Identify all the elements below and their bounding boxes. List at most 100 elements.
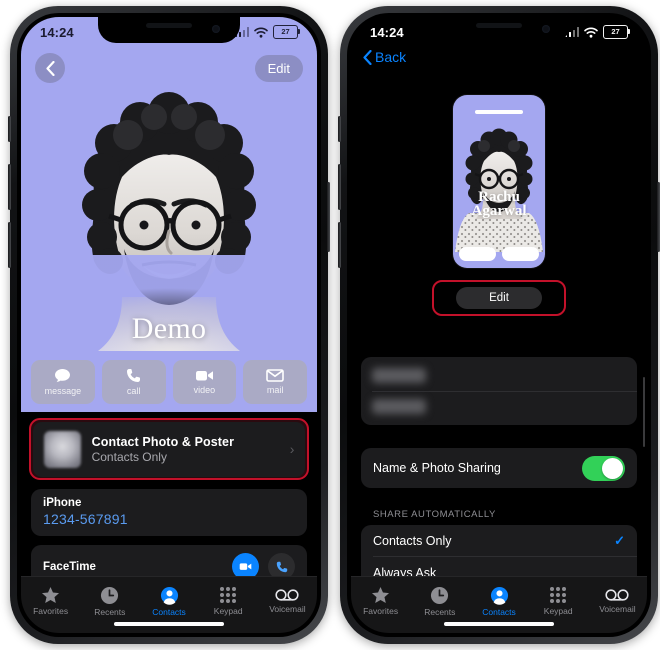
action-mail[interactable]: mail (243, 360, 307, 404)
wifi-icon (254, 27, 268, 38)
contact-poster-preview[interactable]: Rachu Agarwal (453, 95, 545, 268)
scroll-indicator[interactable] (643, 377, 645, 447)
row-divider (372, 391, 637, 392)
notch (98, 17, 240, 43)
checkmark-icon: ✓ (614, 532, 625, 548)
phone-number-card[interactable]: iPhone 1234-567891 (31, 489, 307, 537)
edit-button-highlight: Edit (432, 280, 566, 316)
phone-icon (276, 561, 287, 572)
row-title: Contact Photo & Poster (91, 434, 235, 449)
poster-preview-area: Rachu Agarwal Edit (351, 95, 647, 316)
volume-up-button[interactable] (338, 164, 341, 210)
tab-label: Contacts (482, 606, 516, 617)
action-video[interactable]: video (172, 360, 237, 404)
phone-icon (127, 369, 141, 382)
mute-switch[interactable] (8, 116, 11, 142)
iphone-device-left: Edit Demo message call video mail Contac… (8, 6, 330, 644)
action-call[interactable]: call (101, 360, 166, 404)
tab-favorites[interactable]: Favorites (21, 580, 80, 622)
status-time: 14:24 (40, 24, 74, 40)
tab-voicemail[interactable]: Voicemail (588, 580, 647, 622)
person-circle-icon (490, 586, 508, 605)
tab-favorites[interactable]: Favorites (351, 580, 410, 622)
action-message[interactable]: message (31, 360, 95, 404)
battery-level: 27 (611, 27, 620, 37)
volume-down-button[interactable] (8, 222, 11, 268)
volume-up-button[interactable] (8, 164, 11, 210)
edit-button[interactable]: Edit (254, 54, 303, 82)
tab-label: Favorites (363, 606, 399, 616)
battery-icon: 27 (273, 25, 300, 39)
front-camera-icon (542, 25, 550, 33)
screenshot-canvas: Edit Demo message call video mail Contac… (0, 0, 660, 650)
volume-down-button[interactable] (338, 222, 341, 268)
option-contacts-only[interactable]: Contacts Only ✓ (361, 525, 637, 556)
tab-recents[interactable]: Recents (80, 580, 139, 622)
poster-bottom-buttons (459, 247, 539, 261)
tab-label: Favorites (33, 606, 69, 616)
tab-label: Keypad (213, 606, 243, 616)
action-label: message (44, 386, 82, 396)
tab-label: Recents (94, 606, 126, 617)
name-photo-sharing-row[interactable]: Name & Photo Sharing (361, 448, 637, 488)
section-header: SHARE AUTOMATICALLY (373, 509, 496, 520)
action-label: mail (266, 385, 284, 395)
phone-label: iPhone (43, 497, 82, 510)
row-subtitle: Contacts Only (91, 449, 167, 464)
tab-recents[interactable]: Recents (410, 580, 469, 622)
redacted-row-1 (372, 368, 426, 383)
earpiece-speaker (476, 23, 522, 28)
poster-time-placeholder (475, 110, 523, 114)
keypad-grid-icon (550, 587, 567, 603)
wifi-icon (584, 27, 598, 38)
contact-photo-poster-row[interactable]: Contact Photo & Poster Contacts Only › (32, 421, 306, 477)
quick-actions: message call video mail (21, 360, 317, 404)
battery-level: 27 (281, 27, 290, 37)
tab-bar: Favorites Recents Contacts Keypad Voicem… (21, 576, 317, 633)
edit-poster-button[interactable]: Edit (456, 287, 542, 309)
contact-name: Demo (131, 312, 207, 345)
tab-keypad[interactable]: Keypad (529, 580, 588, 622)
screen-contact-photo-poster: Back Rachu Agarwal Edit Name & Photo Sha… (351, 17, 647, 633)
tab-label: Voicemail (599, 604, 636, 614)
phone-value[interactable]: 1234-567891 (43, 511, 295, 527)
chevron-left-icon (45, 60, 55, 76)
poster-name-line2: Agarwal (471, 203, 527, 220)
toggle-label: Name & Photo Sharing (373, 461, 501, 475)
voicemail-icon (275, 589, 299, 601)
front-camera-icon (212, 25, 220, 33)
back-label: Back (375, 49, 407, 65)
voicemail-icon (605, 589, 629, 601)
power-button[interactable] (327, 182, 330, 252)
nav-row: Edit (21, 51, 317, 85)
redacted-row-2 (372, 399, 426, 414)
tab-label: Keypad (543, 606, 573, 616)
tab-label: Recents (424, 606, 456, 617)
chevron-left-icon (363, 49, 372, 65)
message-bubble-icon (55, 369, 71, 383)
tab-contacts[interactable]: Contacts (139, 580, 198, 622)
mute-switch[interactable] (338, 116, 341, 142)
video-camera-icon (239, 563, 252, 571)
back-button[interactable]: Back (363, 49, 406, 65)
keypad-grid-icon (220, 587, 237, 603)
star-icon (372, 586, 390, 604)
redacted-info-card[interactable] (361, 357, 637, 425)
home-indicator[interactable] (444, 622, 554, 626)
home-indicator[interactable] (114, 622, 224, 626)
tab-contacts[interactable]: Contacts (469, 580, 528, 622)
star-icon (42, 586, 60, 604)
tab-bar: Favorites Recents Contacts Keypad Voicem… (351, 576, 647, 633)
back-button[interactable] (35, 53, 65, 83)
name-photo-sharing-toggle[interactable] (582, 455, 625, 481)
tab-voicemail[interactable]: Voicemail (258, 580, 317, 622)
clock-icon (431, 586, 449, 604)
screen-contact-detail: Edit Demo message call video mail Contac… (21, 17, 317, 633)
video-camera-icon (195, 371, 213, 381)
poster-name: Rachu Agarwal (453, 189, 545, 220)
facetime-label: FaceTime (43, 560, 96, 573)
action-label: call (126, 386, 141, 396)
contact-hero: Edit Demo message call video mail (21, 17, 317, 412)
status-time: 14:24 (370, 24, 404, 40)
tab-keypad[interactable]: Keypad (199, 580, 258, 622)
